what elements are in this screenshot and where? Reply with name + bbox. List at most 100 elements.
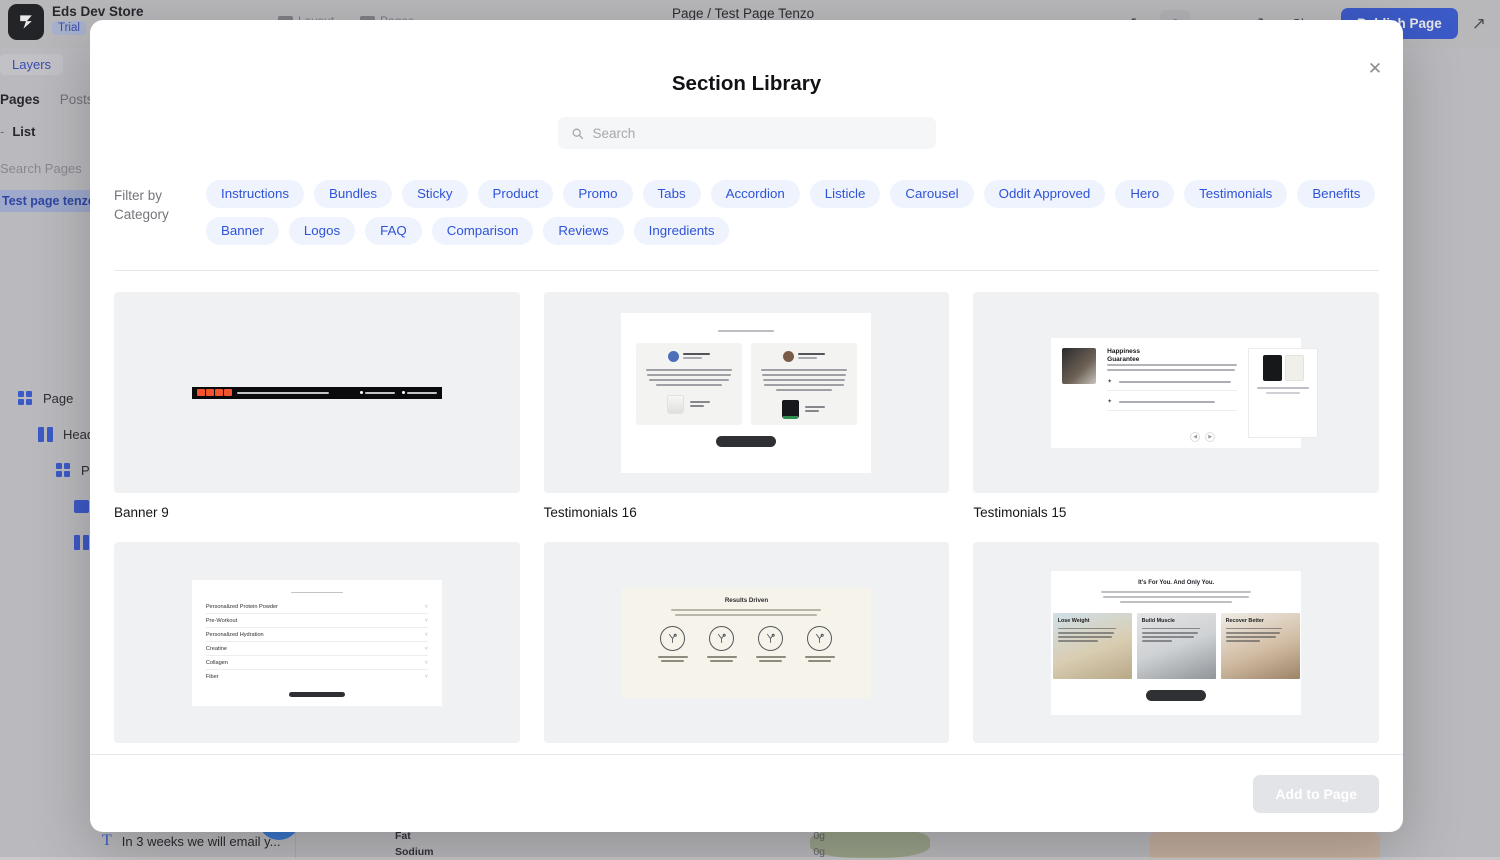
- filter-label: Filter by Category: [114, 180, 188, 245]
- benefit-icon: [758, 626, 783, 651]
- testimonial-card: [636, 343, 742, 425]
- product-image: [782, 400, 799, 419]
- avatar: [783, 351, 794, 362]
- carousel-next-icon[interactable]: ▶: [1205, 432, 1215, 442]
- preview-testimonials16: [621, 313, 871, 473]
- carousel-controls[interactable]: ◀ ▶: [1190, 432, 1215, 442]
- category-chip-banner[interactable]: Banner: [206, 217, 279, 245]
- benefit-card-title: Build Muscle: [1142, 618, 1175, 624]
- preview-benefits23: It's For You. And Only You. Lose Weight …: [1051, 571, 1301, 715]
- accordion-label: Fiber: [206, 674, 219, 680]
- section-thumbnail: Personalized Protein Powder˅ Pre-Workout…: [114, 542, 520, 743]
- category-chip-instructions[interactable]: Instructions: [206, 180, 304, 208]
- category-chip-product[interactable]: Product: [478, 180, 554, 208]
- accordion-row: Creatine ˅: [206, 642, 428, 656]
- benefit-card: Recover Better: [1221, 613, 1300, 679]
- chevron-down-icon: ˅: [425, 646, 428, 652]
- chevron-down-icon: ˅: [425, 604, 428, 610]
- modal-title: Section Library: [90, 72, 1403, 96]
- preview-testimonials15: Happiness Guarantee ✦ ✦: [1051, 338, 1301, 448]
- section-card-label: Testimonials 15: [973, 505, 1379, 520]
- accordion-row: Pre-Workout ˅: [206, 614, 428, 628]
- benefit-icon: [660, 626, 685, 651]
- accordion-row: Personalized Hydration˅: [206, 628, 428, 642]
- category-chip-carousel[interactable]: Carousel: [890, 180, 973, 208]
- benefit-card-title: Lose Weight: [1058, 618, 1090, 624]
- section-card-testimonials-16[interactable]: Testimonials 16: [544, 292, 950, 520]
- chevron-down-icon: ˅: [425, 674, 428, 680]
- category-chip-listicle[interactable]: Listicle: [810, 180, 881, 208]
- category-chip-tabs[interactable]: Tabs: [643, 180, 701, 208]
- chevron-down-icon: ˅: [425, 632, 428, 638]
- product-card: [1248, 348, 1318, 438]
- section-card-ingredients-5[interactable]: Personalized Protein Powder˅ Pre-Workout…: [114, 542, 520, 754]
- preview-banner9: [192, 387, 442, 399]
- category-chip-promo[interactable]: Promo: [563, 180, 632, 208]
- preview-benefits24: Results Driven: [621, 588, 871, 698]
- search-input[interactable]: [593, 126, 923, 141]
- search-box[interactable]: [558, 117, 936, 149]
- product-bag-dark: [1263, 355, 1282, 381]
- section-card-banner-9[interactable]: Banner 9: [114, 292, 520, 520]
- section-thumbnail: It's For You. And Only You. Lose Weight …: [973, 542, 1379, 743]
- category-chip-logos[interactable]: Logos: [289, 217, 355, 245]
- benefit-card-title: Recover Better: [1226, 618, 1264, 624]
- accordion-row: Personalized Protein Powder˅: [206, 600, 428, 614]
- countdown-boxes: [197, 389, 232, 396]
- section-library-modal: ✕ Section Library Filter by Category Ins…: [90, 20, 1403, 832]
- accordion-label: Creatine: [206, 646, 227, 652]
- benefit-card: Build Muscle: [1137, 613, 1216, 679]
- category-chip-bundles[interactable]: Bundles: [314, 180, 392, 208]
- product-bag-light: [1285, 355, 1304, 381]
- search-icon: [571, 127, 584, 140]
- category-chip-sticky[interactable]: Sticky: [402, 180, 467, 208]
- section-card-label: Testimonials 16: [544, 505, 950, 520]
- section-card-benefits-24[interactable]: Results Driven: [544, 542, 950, 754]
- category-chip-testimonials[interactable]: Testimonials: [1184, 180, 1287, 208]
- check-icon: [402, 391, 405, 394]
- carousel-prev-icon[interactable]: ◀: [1190, 432, 1200, 442]
- section-thumbnail: [114, 292, 520, 493]
- accordion-row: Fiber ˅: [206, 670, 428, 683]
- filter-section: Filter by Category Instructions Bundles …: [90, 180, 1403, 245]
- add-to-page-button[interactable]: Add to Page: [1253, 775, 1379, 813]
- category-chip-benefits[interactable]: Benefits: [1297, 180, 1375, 208]
- preview-cta-button: [716, 436, 776, 447]
- category-chip-faq[interactable]: FAQ: [365, 217, 422, 245]
- section-card-label: Banner 9: [114, 505, 520, 520]
- chevron-down-icon: ˅: [425, 618, 428, 624]
- section-thumbnail: [544, 292, 950, 493]
- accordion-label: Pre-Workout: [206, 618, 237, 624]
- banner-text: [237, 392, 329, 394]
- section-grid-scroll[interactable]: Banner 9: [90, 271, 1403, 754]
- preview-ingredients5: Personalized Protein Powder˅ Pre-Workout…: [192, 580, 442, 706]
- category-chip-ingredients[interactable]: Ingredients: [634, 217, 730, 245]
- accordion-row: Collagen ˅: [206, 656, 428, 670]
- chevron-down-icon: ˅: [425, 660, 428, 666]
- section-card-testimonials-15[interactable]: Happiness Guarantee ✦ ✦: [973, 292, 1379, 520]
- close-icon[interactable]: ✕: [1363, 56, 1387, 80]
- preview-cta-button: [1146, 690, 1206, 701]
- preview-heading-line2: Guarantee: [1107, 356, 1139, 363]
- category-chip-accordion[interactable]: Accordion: [711, 180, 800, 208]
- preview-heading-line1: Happiness: [1107, 348, 1140, 355]
- accordion-label: Collagen: [206, 660, 228, 666]
- modal-footer: Add to Page: [90, 754, 1403, 832]
- benefit-icon: [709, 626, 734, 651]
- testimonial-card: [751, 343, 857, 425]
- section-card-benefits-23[interactable]: It's For You. And Only You. Lose Weight …: [973, 542, 1379, 754]
- sparkle-icon: ✦: [1107, 398, 1114, 406]
- category-chip-reviews[interactable]: Reviews: [543, 217, 623, 245]
- category-chip-comparison[interactable]: Comparison: [432, 217, 534, 245]
- avatar: [668, 351, 679, 362]
- preview-heading: Results Driven: [725, 597, 768, 604]
- section-thumbnail: Results Driven: [544, 542, 950, 743]
- preview-heading: It's For You. And Only You.: [1138, 580, 1214, 586]
- sparkle-icon: ✦: [1107, 378, 1114, 386]
- category-chip-hero[interactable]: Hero: [1115, 180, 1174, 208]
- benefit-card: Lose Weight: [1053, 613, 1132, 679]
- category-chip-oddit-approved[interactable]: Oddit Approved: [984, 180, 1106, 208]
- section-thumbnail: Happiness Guarantee ✦ ✦: [973, 292, 1379, 493]
- benefit-icon: [807, 626, 832, 651]
- lifestyle-image: [1062, 348, 1096, 384]
